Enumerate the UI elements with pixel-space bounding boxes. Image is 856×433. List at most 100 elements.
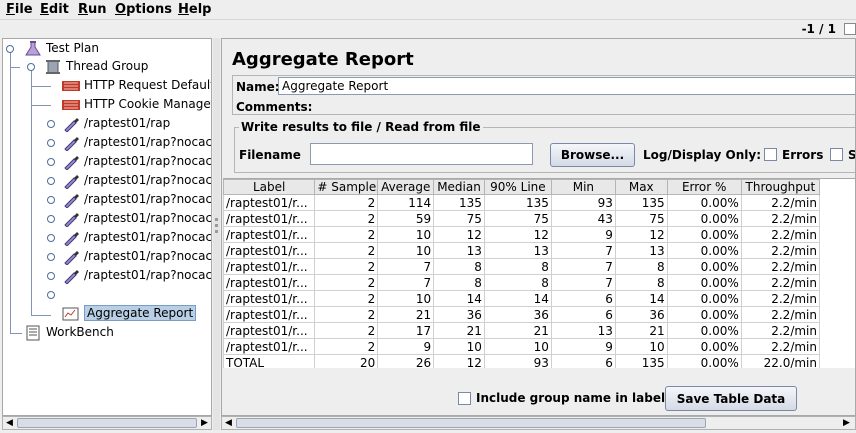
column-header[interactable]: Throughput [740,179,821,195]
menu-edit[interactable]: Edit [40,2,69,17]
table-row[interactable]: /raptest01/r... 2 17 21 21 13 21 0.00% 2.2/min [223,322,821,339]
tree-horizontal-scrollbar[interactable]: ◀ ▶ [2,416,212,430]
table-cell: 75 [614,210,668,227]
tree-expand-handle[interactable] [6,45,14,53]
tree-expand-handle[interactable] [47,139,55,147]
table-cell: 2.2/min [740,338,821,355]
menu-options[interactable]: Options [115,2,172,17]
test-plan-tree[interactable]: Test Plan Thread Group HTTP Request Defa… [2,38,212,416]
tree-expand-handle[interactable] [47,234,55,242]
scroll-left-icon[interactable]: ◀ [225,419,232,428]
table-cell: 0.00% [666,354,742,368]
table-cell: 12 [614,226,668,243]
aggregate-report-panel: Aggregate Report Name: Comments: Write r… [221,38,856,416]
table-row[interactable]: /raptest01/r... 2 10 13 13 7 13 0.00% 2.2/min [223,242,821,259]
tree-item-sampler[interactable]: /raptest01/rap?nocache [61,209,211,228]
table-cell: 2 [314,274,379,291]
table-row[interactable]: /raptest01/r... 2 9 10 10 9 10 0.00% 2.2/min [223,338,821,355]
tree-item-workbench[interactable]: WorkBench [23,323,114,342]
panel-horizontal-scrollbar[interactable]: ◀ ▶ [221,416,856,430]
tree-expand-handle[interactable] [47,291,55,299]
successes-checkbox[interactable] [830,148,843,161]
column-header[interactable]: Error % [666,179,742,195]
table-cell: 14 [483,290,552,307]
table-cell: /raptest01/r... [223,306,316,323]
tree-expand-handle[interactable] [27,63,35,71]
menu-run[interactable]: Run [78,2,107,17]
tree-item-sampler[interactable]: /raptest01/rap?nocache [61,171,211,190]
table-row[interactable]: /raptest01/r... 2 59 75 75 43 75 0.00% 2.2/min [223,210,821,227]
browse-button[interactable]: Browse... [550,143,635,167]
tree-expand-handle[interactable] [47,158,55,166]
tree-item-test-plan[interactable]: Test Plan [23,39,99,58]
table-cell: 13 [550,322,616,339]
column-header[interactable]: Min [550,179,616,195]
scroll-right-icon[interactable]: ▶ [201,419,208,428]
table-row[interactable]: /raptest01/r... 2 7 8 8 7 8 0.00% 2.2/min [223,258,821,275]
tree-expand-handle[interactable] [47,272,55,280]
table-row[interactable]: /raptest01/r... 2 21 36 36 6 36 0.00% 2.2/min [223,306,821,323]
table-total-row[interactable]: TOTAL 20 26 12 93 6 135 0.00% 22.0/min [223,354,821,368]
tree-item-sampler[interactable]: /raptest01/rap?nocache [61,228,211,247]
column-header[interactable]: Max [614,179,668,195]
tree-item-sampler[interactable]: /raptest01/rap [61,114,170,133]
tree-expand-handle[interactable] [47,177,55,185]
table-cell: /raptest01/r... [223,226,316,243]
tree-item-sampler[interactable]: /raptest01/rap?nocache [61,133,211,152]
scroll-thumb[interactable] [236,418,706,428]
panel-title: Aggregate Report [232,49,414,70]
table-cell: 135 [614,194,668,211]
table-row[interactable]: /raptest01/r... 2 10 14 14 6 14 0.00% 2.2/min [223,290,821,307]
table-cell: 36 [433,306,485,323]
tree-expand-handle[interactable] [47,120,55,128]
table-row[interactable]: /raptest01/r... 2 114 135 135 93 135 0.00% 2.2/m… [223,194,821,211]
filename-input[interactable] [310,143,533,165]
table-cell: 8 [433,274,485,291]
table-cell: 9 [550,338,616,355]
table-cell: 8 [614,258,668,275]
tree-item-aggregate-report[interactable]: Aggregate Report [61,304,197,323]
pipette-icon [61,154,81,171]
scroll-right-icon[interactable]: ▶ [843,419,850,428]
table-cell: 26 [377,354,435,368]
table-cell: /raptest01/r... [223,338,316,355]
log-display-label: Log/Display Only: [643,148,761,162]
split-pane-divider[interactable] [213,38,220,430]
errors-checkbox[interactable] [764,148,777,161]
config-element-icon [61,97,81,113]
menu-file[interactable]: File [6,2,33,17]
table-cell: 6 [550,306,616,323]
table-cell: 2.2/min [740,194,821,211]
tree-expand-handle[interactable] [47,253,55,261]
successes-label: Successes [848,148,856,162]
table-cell: 2.2/min [740,290,821,307]
column-header[interactable]: # Samples [314,179,379,195]
tree-item-sampler[interactable]: /raptest01/rap?nocache [61,152,211,171]
include-group-checkbox[interactable] [458,392,471,405]
table-row[interactable]: /raptest01/r... 2 10 12 12 9 12 0.00% 2.2/min [223,226,821,243]
tree-item-thread-group[interactable]: Thread Group [43,57,148,76]
name-input[interactable] [278,77,855,95]
save-table-data-button[interactable]: Save Table Data [665,386,797,411]
table-cell: /raptest01/r... [223,274,316,291]
tree-item-http-defaults[interactable]: HTTP Request Defaults [61,76,211,95]
tree-item-sampler[interactable]: /raptest01/rap?nocache [61,266,211,285]
column-header[interactable]: 90% Line [483,179,552,195]
table-cell: 2 [314,242,379,259]
tree-expand-handle[interactable] [47,196,55,204]
pipette-icon [61,268,81,285]
column-header[interactable]: Label [223,179,316,195]
column-header[interactable]: Median [433,179,485,195]
scroll-left-icon[interactable]: ◀ [6,419,13,428]
column-header[interactable]: Average [377,179,435,195]
scroll-thumb[interactable] [17,418,197,428]
table-cell: 2 [314,226,379,243]
menu-help[interactable]: Help [178,2,211,17]
tree-item-cookie-manager[interactable]: HTTP Cookie Manager [61,95,211,114]
results-table-container[interactable]: Label # Samples Average Median 90% Line Min Ma… [223,178,855,368]
table-cell: 7 [377,274,435,291]
tree-item-sampler[interactable]: /raptest01/rap?nocache [61,247,211,266]
tree-item-sampler[interactable]: /raptest01/rap?nocache [61,190,211,209]
table-row[interactable]: /raptest01/r... 2 7 8 8 7 8 0.00% 2.2/min [223,274,821,291]
tree-expand-handle[interactable] [47,215,55,223]
